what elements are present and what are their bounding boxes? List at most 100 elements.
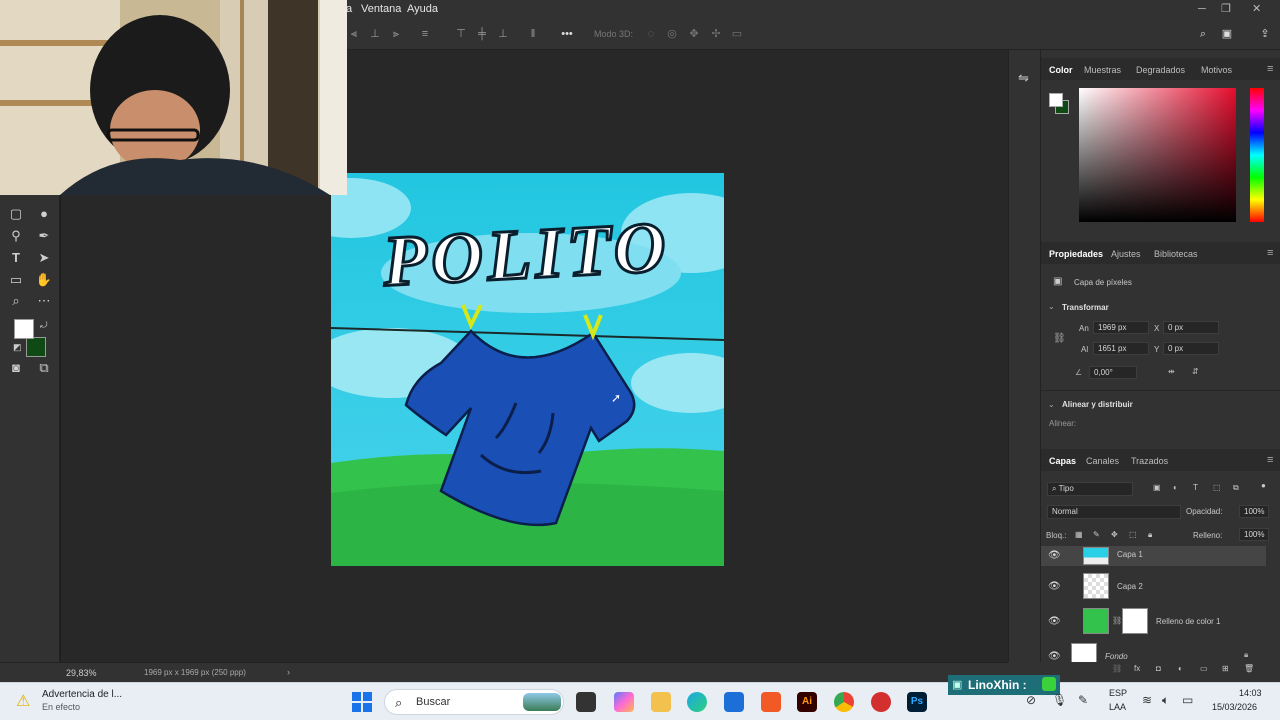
share-icon[interactable]: ⇪	[1259, 28, 1271, 40]
hue-slider[interactable]	[1250, 88, 1264, 222]
layer-name[interactable]: Relleno de color 1	[1156, 617, 1220, 626]
tab-color[interactable]: Color	[1049, 65, 1073, 75]
file-explorer-icon[interactable]	[651, 692, 671, 712]
tab-propiedades[interactable]: Propiedades	[1049, 249, 1103, 259]
layer-row[interactable]: 👁︎ ⛓ Relleno de color 1	[1041, 605, 1266, 639]
tab-bibliotecas[interactable]: Bibliotecas	[1154, 249, 1198, 259]
hand-icon[interactable]: ✋	[34, 270, 54, 290]
path-select-icon[interactable]: ➤	[34, 248, 54, 268]
shape-icon[interactable]: ▭	[6, 270, 26, 290]
background-color-swatch[interactable]	[26, 337, 46, 357]
clock-time[interactable]: 14:03	[1239, 688, 1262, 698]
link-icon[interactable]: ⛓	[1053, 333, 1066, 344]
tray-icon[interactable]: ⊘	[1026, 693, 1036, 707]
wifi-icon[interactable]: ≋	[1142, 693, 1152, 707]
pen-tray-icon[interactable]: ✎	[1078, 693, 1088, 707]
brave-icon[interactable]	[761, 692, 781, 712]
layer-row[interactable]: 👁︎ Capa 1	[1041, 546, 1266, 566]
task-view-icon[interactable]	[576, 692, 596, 712]
battery-icon[interactable]: ▭	[1182, 693, 1193, 707]
close-icon[interactable]: ✕	[1252, 2, 1261, 15]
pen-icon[interactable]: ✒	[34, 226, 54, 246]
tab-ajustes[interactable]: Ajustes	[1111, 249, 1141, 259]
zoom-icon[interactable]: ⌕	[6, 291, 26, 311]
type-icon[interactable]: T	[6, 248, 26, 268]
edge-icon[interactable]	[687, 692, 707, 712]
layer-row[interactable]: 👁︎ Capa 2	[1041, 570, 1266, 604]
align-bottom-icon[interactable]: ⊥	[497, 28, 509, 40]
adjustment-layer-icon[interactable]: ◐	[1178, 664, 1183, 673]
opacity-field[interactable]: 100%	[1239, 505, 1269, 518]
default-colors-icon[interactable]: ◩	[13, 342, 22, 353]
chevron-down-icon[interactable]: ⌄	[1048, 400, 1055, 409]
align-right-icon[interactable]: ⫸	[390, 28, 402, 40]
tab-muestras[interactable]: Muestras	[1084, 65, 1121, 75]
document-canvas[interactable]: POLITO ➚	[331, 173, 724, 566]
transform-section-title[interactable]: Transformar	[1062, 303, 1109, 312]
lock-all-icon[interactable]: 🔒︎	[1148, 530, 1152, 540]
trash-icon[interactable]: 🗑︎	[1244, 664, 1254, 673]
tab-trazados[interactable]: Trazados	[1131, 456, 1168, 466]
layer-filter-select[interactable]: ⌕ Tipo	[1047, 482, 1133, 496]
windows-start-icon[interactable]	[352, 692, 372, 712]
visibility-eye-icon[interactable]: 👁︎	[1048, 550, 1061, 561]
language-top[interactable]: ESP	[1109, 688, 1127, 698]
blur-icon[interactable]: ●	[34, 204, 54, 224]
width-field[interactable]: 1969 px	[1093, 321, 1149, 334]
illustrator-icon[interactable]: Ai	[797, 692, 817, 712]
minimize-icon[interactable]: ─	[1198, 3, 1206, 15]
y-field[interactable]: 0 px	[1163, 342, 1219, 355]
tab-degradados[interactable]: Degradados	[1136, 65, 1185, 75]
tab-capas[interactable]: Capas	[1049, 456, 1076, 466]
filter-pixel-icon[interactable]: ▣	[1153, 483, 1161, 492]
history-icon[interactable]: ⇋	[1018, 70, 1029, 86]
screen-mode-icon[interactable]: ⧉	[34, 358, 54, 378]
group-icon[interactable]: ▭	[1200, 664, 1208, 673]
menu-item-ventana[interactable]: Ventana	[361, 3, 401, 15]
fill-field[interactable]: 100%	[1239, 528, 1269, 541]
more-options-icon[interactable]: •••	[561, 28, 573, 40]
tab-motivos[interactable]: Motivos	[1201, 65, 1232, 75]
align-left-icon[interactable]: ⫷	[348, 28, 360, 40]
quick-mask-icon[interactable]: ◙	[6, 358, 26, 378]
layer-row[interactable]: 👁︎ Fondo 🔒︎	[1041, 640, 1266, 662]
visibility-eye-icon[interactable]: 👁︎	[1048, 581, 1061, 592]
angle-field[interactable]: 0,00°	[1089, 366, 1137, 379]
new-layer-icon[interactable]: ⊞	[1222, 664, 1229, 673]
more-tools-icon[interactable]: ⋯	[34, 291, 54, 311]
copilot-icon[interactable]	[614, 692, 634, 712]
flip-vertical-icon[interactable]: ⇵	[1192, 367, 1199, 376]
photoshop-icon[interactable]: Ps	[907, 692, 927, 712]
workspace-icon[interactable]: ▣	[1221, 28, 1233, 40]
microphone-icon[interactable]: 🎙︎	[1052, 693, 1067, 707]
panel-menu-icon[interactable]: ≡	[1267, 247, 1273, 259]
menu-item-ayuda[interactable]: Ayuda	[407, 3, 438, 15]
fx-icon[interactable]: fx	[1134, 664, 1140, 673]
color-foreground-chip[interactable]	[1049, 93, 1063, 107]
visibility-eye-icon[interactable]: 👁︎	[1048, 616, 1061, 627]
tab-canales[interactable]: Canales	[1086, 456, 1119, 466]
link-icon[interactable]: ⛓	[1112, 616, 1122, 625]
store-icon[interactable]	[724, 692, 744, 712]
notification-title[interactable]: Advertencia de l...	[42, 689, 122, 700]
panel-menu-icon[interactable]: ≡	[1267, 63, 1273, 75]
chevron-down-icon[interactable]: ⌄	[1048, 302, 1055, 311]
align-section-title[interactable]: Alinear y distribuir	[1062, 400, 1133, 409]
layer-name[interactable]: Fondo	[1105, 652, 1128, 661]
lock-position-icon[interactable]: ✥	[1111, 530, 1118, 539]
visibility-eye-icon[interactable]: 👁︎	[1048, 651, 1061, 662]
filter-adjust-icon[interactable]: ◐	[1173, 483, 1178, 492]
dodge-icon[interactable]: ⚲	[6, 226, 26, 246]
align-center-h-icon[interactable]: ⊥	[369, 28, 381, 40]
filter-type-icon[interactable]: T	[1193, 483, 1198, 492]
filter-shape-icon[interactable]: ⬚	[1213, 483, 1221, 492]
filter-smart-icon[interactable]: ⧉	[1233, 483, 1239, 493]
color-picker-field[interactable]	[1079, 88, 1236, 222]
lock-pixels-icon[interactable]: ✎	[1093, 530, 1100, 539]
volume-icon[interactable]: 🔈︎	[1162, 693, 1169, 708]
rectangle-select-icon[interactable]: ▢	[6, 204, 26, 224]
app-icon[interactable]	[871, 692, 891, 712]
flip-horizontal-icon[interactable]: ⇹	[1168, 367, 1175, 376]
swap-colors-icon[interactable]: ⤾	[40, 320, 48, 331]
foreground-color-swatch[interactable]	[14, 319, 34, 339]
